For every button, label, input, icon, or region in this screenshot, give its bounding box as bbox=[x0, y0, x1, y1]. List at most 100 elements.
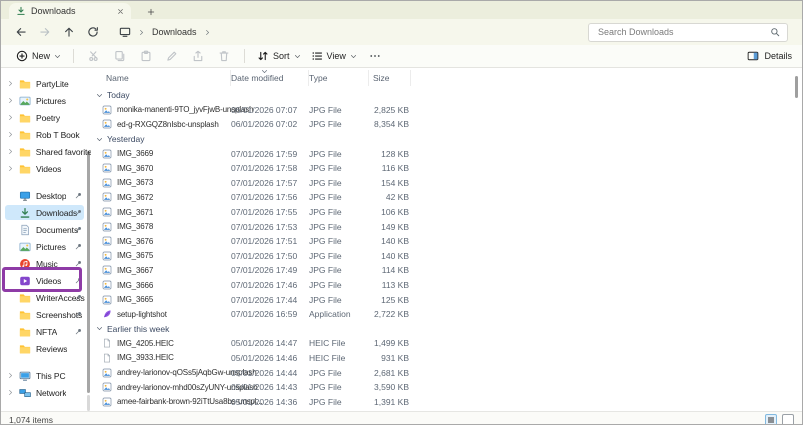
file-name-cell: IMG_4205.HEIC bbox=[95, 338, 231, 348]
sidebar-item-this-pc[interactable]: This PC bbox=[1, 367, 91, 384]
table-row[interactable]: IMG_3675 07/01/2026 17:50 JPG File 140 KB bbox=[95, 249, 802, 264]
sidebar-item-reviews[interactable]: Reviews bbox=[1, 340, 91, 357]
sidebar-item-label: Rob T Book bbox=[36, 129, 80, 140]
sidebar-scrollbar[interactable] bbox=[87, 151, 90, 393]
expander[interactable] bbox=[7, 165, 19, 172]
table-row[interactable]: IMG_3933.HEIC 05/01/2026 14:46 HEIC File 93… bbox=[95, 351, 802, 366]
sidebar-item-shared-favorite[interactable]: Shared favorite bbox=[1, 143, 91, 160]
folder-icon bbox=[19, 146, 31, 158]
table-row[interactable]: IMG_3666 07/01/2026 17:46 JPG File 113 KB bbox=[95, 278, 802, 293]
sidebar-item-pictures[interactable]: Pictures bbox=[1, 238, 91, 255]
sidebar-item-writeraccess[interactable]: WriterAccess bbox=[1, 289, 91, 306]
sidebar-item-rob-t-book[interactable]: Rob T Book bbox=[1, 126, 91, 143]
group-header-today[interactable]: Today bbox=[95, 88, 802, 103]
expander[interactable] bbox=[7, 148, 19, 155]
column-header-size[interactable]: Size bbox=[369, 70, 411, 86]
file-type: JPG File bbox=[309, 294, 342, 305]
table-row[interactable]: IMG_3665 07/01/2026 17:44 JPG File 125 KB bbox=[95, 292, 802, 307]
pin-icon bbox=[75, 192, 82, 199]
expander[interactable] bbox=[7, 389, 19, 396]
file-name: IMG_4205.HEIC bbox=[117, 338, 174, 348]
table-row[interactable]: amee-fairbank-brown-92iTtUsa8bs-unspl...… bbox=[95, 394, 802, 409]
table-row[interactable]: andrey-larionov-mhd00sZyUNY-unsplash 05/0… bbox=[95, 380, 802, 395]
arrow-right-icon bbox=[39, 26, 51, 38]
sidebar-item-partylite[interactable]: PartyLite bbox=[1, 75, 91, 92]
table-row[interactable]: setup-lightshot 07/01/2026 16:59 Applicati… bbox=[95, 307, 802, 322]
table-row[interactable]: IMG_3670 07/01/2026 17:58 JPG File 116 KB bbox=[95, 161, 802, 176]
file-date: 07/01/2026 17:51 bbox=[231, 236, 298, 247]
navigation-pane: PartyLite Pictures Poetry Rob T Book Shared … bbox=[1, 68, 91, 411]
cut-button[interactable] bbox=[81, 46, 107, 66]
column-header-type[interactable]: Type bbox=[309, 70, 369, 86]
column-header-filler bbox=[411, 70, 802, 86]
jpg-file-icon bbox=[102, 222, 112, 232]
table-row[interactable]: monika-manenti-9TO_jyvFjwB-unsplash 06/01… bbox=[95, 103, 802, 118]
sidebar-item-music[interactable]: Music bbox=[1, 255, 91, 272]
sidebar-item-videos[interactable]: Videos bbox=[1, 160, 91, 177]
refresh-button[interactable] bbox=[81, 21, 105, 43]
view-label: View bbox=[326, 51, 346, 61]
file-name: IMG_3670 bbox=[117, 163, 154, 173]
sidebar-item-downloads[interactable]: Downloads bbox=[1, 204, 91, 221]
sidebar-item-screenshots[interactable]: Screenshots bbox=[1, 306, 91, 323]
expander[interactable] bbox=[7, 372, 19, 379]
more-options-button[interactable] bbox=[362, 46, 388, 66]
file-date: 07/01/2026 17:59 bbox=[231, 148, 298, 159]
new-tab-icon[interactable] bbox=[147, 8, 155, 16]
details-pane-button[interactable]: Details bbox=[747, 50, 792, 62]
table-row[interactable]: IMG_3673 07/01/2026 17:57 JPG File 154 KB bbox=[95, 176, 802, 191]
sidebar-item-label: Reviews bbox=[36, 343, 68, 354]
file-list-scrollbar[interactable] bbox=[795, 76, 798, 98]
back-button[interactable] bbox=[9, 21, 33, 43]
table-row[interactable]: IMG_3667 07/01/2026 17:49 JPG File 114 KB bbox=[95, 263, 802, 278]
table-row[interactable]: IMG_3669 07/01/2026 17:59 JPG File 128 KB bbox=[95, 146, 802, 161]
forward-button[interactable] bbox=[33, 21, 57, 43]
share-button[interactable] bbox=[185, 46, 211, 66]
view-button[interactable]: View bbox=[306, 46, 362, 66]
close-tab-icon[interactable] bbox=[117, 8, 124, 15]
file-type: JPG File bbox=[309, 265, 342, 276]
search-input[interactable] bbox=[596, 26, 770, 38]
delete-button[interactable] bbox=[211, 46, 237, 66]
file-name: IMG_3672 bbox=[117, 192, 154, 202]
group-label: Today bbox=[107, 90, 130, 101]
new-button[interactable]: New bbox=[11, 46, 66, 66]
column-header-date-modified[interactable]: Date modified bbox=[231, 70, 309, 86]
group-header-earlier-this-week[interactable]: Earlier this week bbox=[95, 322, 802, 337]
sidebar-item-network[interactable]: Network bbox=[1, 384, 91, 401]
chevron-right-icon[interactable] bbox=[204, 29, 211, 36]
paste-button[interactable] bbox=[133, 46, 159, 66]
table-row[interactable]: IMG_4205.HEIC 05/01/2026 14:47 HEIC File 1,… bbox=[95, 336, 802, 351]
file-name-cell: amee-fairbank-brown-92iTtUsa8bs-unspl... bbox=[95, 397, 263, 407]
computer-icon[interactable] bbox=[119, 26, 131, 38]
file-type: JPG File bbox=[309, 104, 342, 115]
table-row[interactable]: IMG_3672 07/01/2026 17:56 JPG File 42 KB bbox=[95, 190, 802, 205]
expander[interactable] bbox=[7, 131, 19, 138]
rename-button[interactable] bbox=[159, 46, 185, 66]
sidebar-item-nfta[interactable]: NFTA bbox=[1, 323, 91, 340]
file-type: JPG File bbox=[309, 367, 342, 378]
sidebar-item-desktop[interactable]: Desktop bbox=[1, 187, 91, 204]
column-header-name[interactable]: Name bbox=[95, 70, 231, 86]
sidebar-item-pictures[interactable]: Pictures bbox=[1, 92, 91, 109]
table-row[interactable]: IMG_3671 07/01/2026 17:55 JPG File 106 KB bbox=[95, 205, 802, 220]
thumbnail-view-toggle[interactable] bbox=[782, 413, 794, 424]
expander[interactable] bbox=[7, 97, 19, 104]
details-view-toggle[interactable] bbox=[765, 413, 777, 424]
copy-button[interactable] bbox=[107, 46, 133, 66]
sidebar-item-poetry[interactable]: Poetry bbox=[1, 109, 91, 126]
up-button[interactable] bbox=[57, 21, 81, 43]
table-row[interactable]: andrey-larionov-qOSs5jAqbGw-unsplash 05/0… bbox=[95, 365, 802, 380]
expander[interactable] bbox=[7, 80, 19, 87]
sort-button[interactable]: Sort bbox=[252, 46, 306, 66]
sidebar-item-videos[interactable]: Videos bbox=[1, 272, 91, 289]
tab-downloads[interactable]: Downloads bbox=[9, 3, 131, 19]
table-row[interactable]: IMG_3676 07/01/2026 17:51 JPG File 140 KB bbox=[95, 234, 802, 249]
breadcrumb-item-downloads[interactable]: Downloads bbox=[152, 27, 197, 37]
search-box[interactable] bbox=[588, 22, 788, 42]
expander[interactable] bbox=[7, 114, 19, 121]
table-row[interactable]: ed-g-RXGQZ8nIsbc-unsplash 06/01/2026 07:0… bbox=[95, 117, 802, 132]
group-header-yesterday[interactable]: Yesterday bbox=[95, 132, 802, 147]
sidebar-item-documents[interactable]: Documents bbox=[1, 221, 91, 238]
table-row[interactable]: IMG_3678 07/01/2026 17:53 JPG File 149 KB bbox=[95, 219, 802, 234]
